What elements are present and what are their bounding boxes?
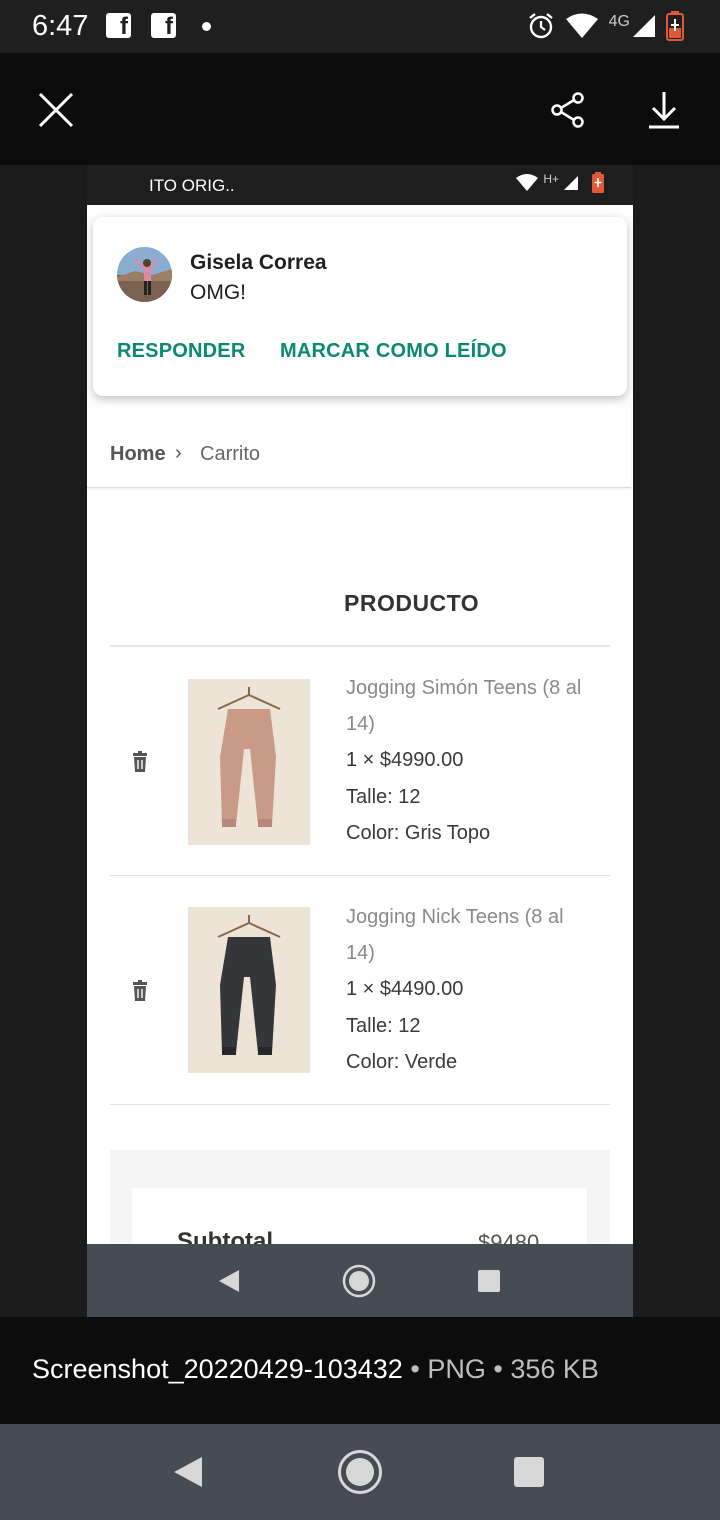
alarm-icon [528,13,553,39]
wifi-icon [516,174,539,191]
network-type: 4G [608,13,630,30]
breadcrumb [87,397,631,488]
divider [110,1104,610,1105]
battery-icon [666,11,684,41]
notification-card[interactable]: Gisela Correa OMG! RESPONDER MARCAR COMO… [93,217,627,396]
product-size: Talle: 12 [346,786,421,808]
status-time: 6:47 [32,10,89,42]
separator-dot: • [410,1354,428,1384]
trash-icon [133,751,147,772]
trash-icon [133,980,147,1001]
home-icon [342,1264,376,1298]
divider [110,645,610,647]
product-qty-price: 1 × $4990.00 [346,749,464,771]
product-name-link[interactable]: Jogging Nick Teens (8 al 14) [346,899,596,971]
back-icon[interactable] [173,1456,203,1488]
nav-bar [0,1424,720,1520]
remove-item-button[interactable] [129,980,151,1002]
product-image[interactable] [188,907,310,1073]
remove-item-button[interactable] [129,751,151,773]
close-button[interactable] [29,83,83,137]
share-button[interactable] [541,83,595,137]
breadcrumb-home-link[interactable]: Home [110,443,166,466]
inner-nav-bar [87,1244,633,1317]
product-color: Color: Gris Topo [346,822,491,844]
file-type: PNG [427,1354,486,1384]
back-icon [219,1270,239,1292]
home-icon[interactable] [337,1449,383,1495]
download-icon [649,92,679,129]
share-icon [551,92,584,128]
product-qty-price: 1 × $4490.00 [346,978,464,1000]
viewer-toolbar [0,53,720,165]
signal-icon [633,15,655,37]
reply-button[interactable]: RESPONDER [117,340,246,363]
file-size: 356 KB [510,1354,599,1384]
divider [110,875,610,876]
product-column-header: PRODUCTO [344,590,480,616]
notification-sender: Gisela Correa [190,251,327,274]
download-button[interactable] [637,83,691,137]
recents-icon[interactable] [514,1457,544,1487]
close-icon [38,92,74,128]
inner-network-type: H+ [543,172,559,186]
product-color: Color: Verde [346,1051,458,1073]
more-notifications-dot-icon [202,22,211,31]
product-name-link[interactable]: Jogging Simón Teens (8 al 14) [346,670,596,742]
file-name: Screenshot_20220429-103432 [32,1354,403,1384]
file-info: Screenshot_20220429-103432 • PNG • 356 K… [32,1354,599,1385]
facebook-notification-icon: f [106,13,131,38]
battery-icon [592,172,604,193]
separator-dot: • [493,1354,511,1384]
avatar [117,247,172,302]
product-image[interactable] [188,679,310,845]
recents-icon [478,1270,500,1292]
screenshot-preview: ITO ORIG.. H+ Home › Carrito Gisela Corr… [87,165,633,1317]
inner-status-text: ITO ORIG.. [149,176,235,195]
wifi-icon [565,13,598,38]
signal-icon [564,176,578,190]
breadcrumb-current: Carrito [200,443,261,465]
mark-read-button[interactable]: MARCAR COMO LEÍDO [280,340,507,363]
breadcrumb-separator: › [175,442,182,464]
system-icons: 4G [527,9,684,43]
facebook-notification-icon: f [151,13,176,38]
product-size: Talle: 12 [346,1015,421,1037]
inner-system-icons: H+ [515,172,605,194]
notification-message: OMG! [190,281,246,304]
